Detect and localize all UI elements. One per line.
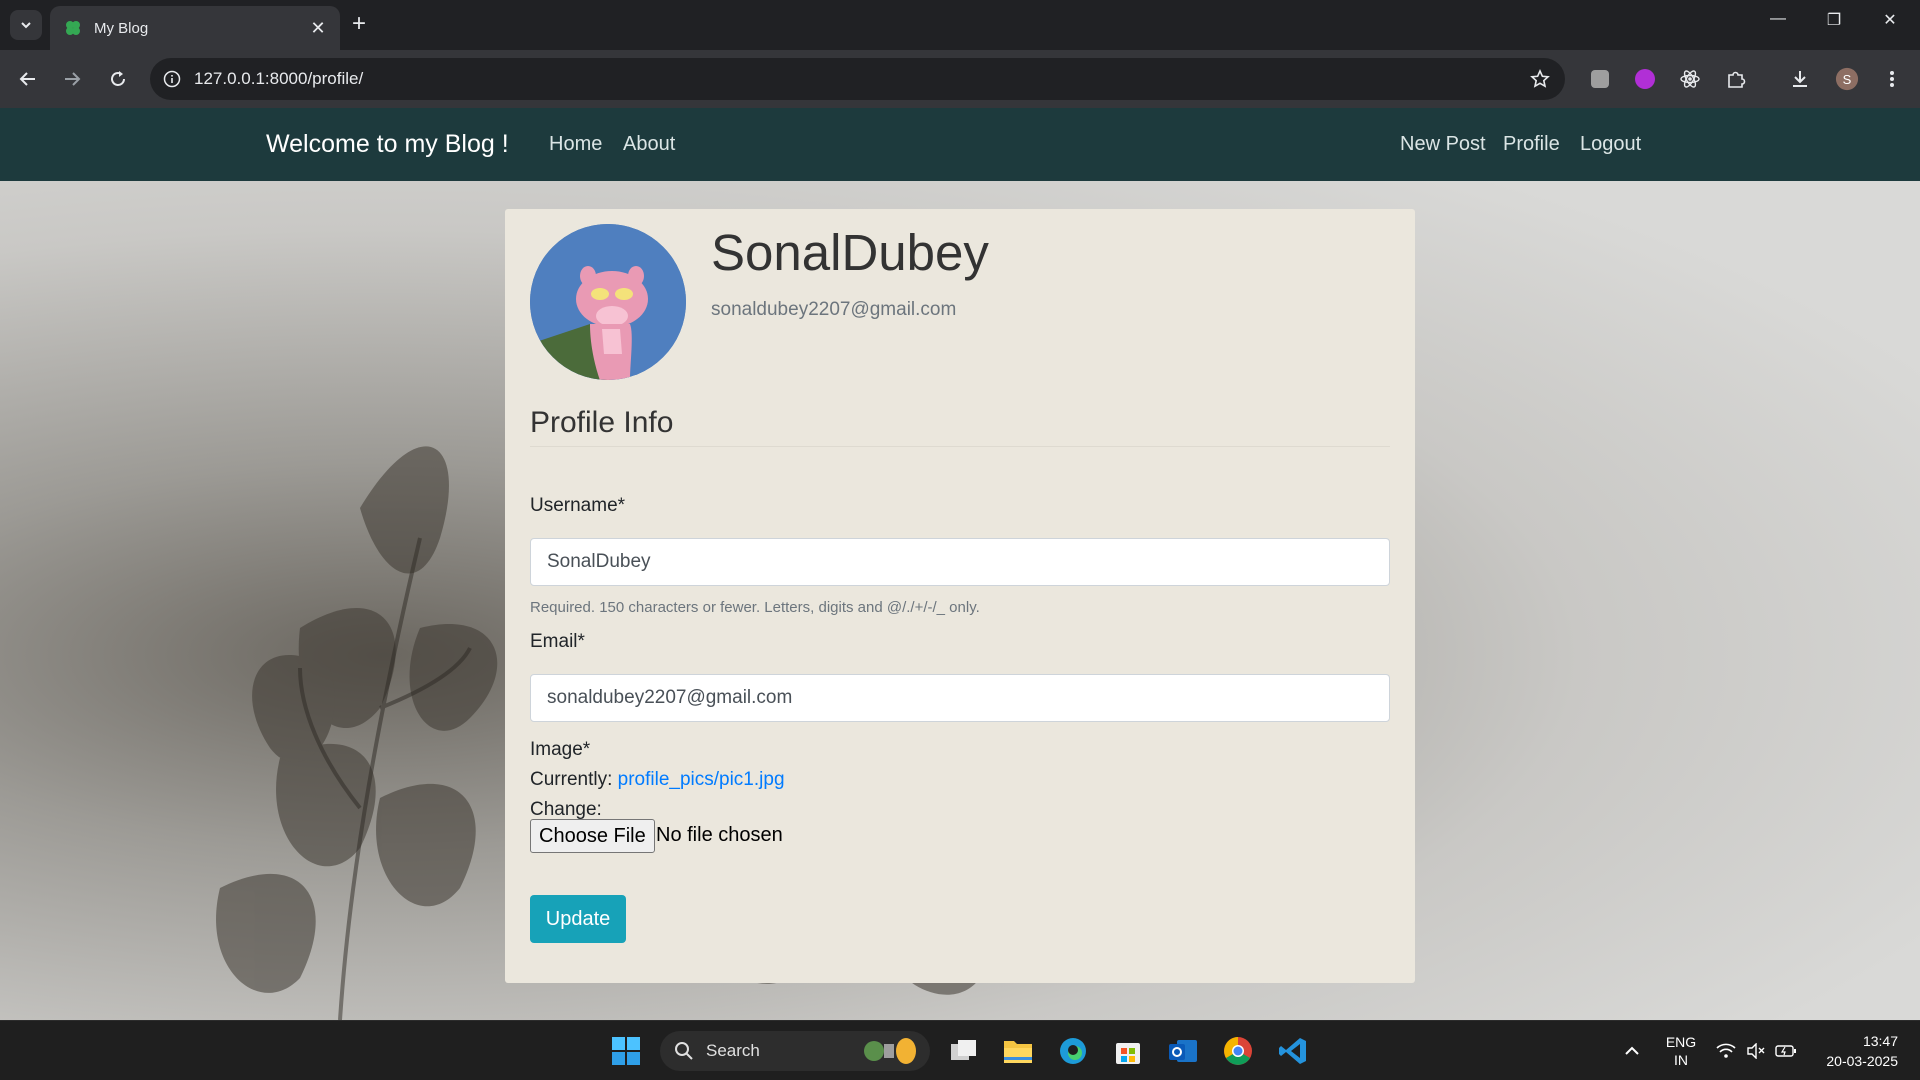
avatar xyxy=(530,224,686,380)
profile-username-heading: SonalDubey xyxy=(711,224,989,281)
web-page: Welcome to my Blog ! Home About New Post… xyxy=(0,108,1920,1020)
image-label: Image* xyxy=(530,739,591,760)
site-info-icon[interactable] xyxy=(150,70,194,88)
edge-browser-icon[interactable] xyxy=(1055,1033,1091,1069)
site-navbar: Welcome to my Blog ! Home About New Post… xyxy=(0,108,1920,181)
profile-avatar-button[interactable]: S xyxy=(1835,67,1859,91)
forward-icon[interactable] xyxy=(58,65,86,93)
file-explorer-icon[interactable] xyxy=(1000,1033,1036,1069)
current-file-link[interactable]: profile_pics/pic1.jpg xyxy=(618,769,785,790)
bookmark-star-icon[interactable] xyxy=(1515,69,1565,89)
download-icon[interactable] xyxy=(1788,67,1812,91)
menu-dots-icon[interactable] xyxy=(1880,67,1904,91)
extension-2-icon[interactable] xyxy=(1633,67,1657,91)
windows-taskbar: Search ENG IN 13:47 20-03-2025 xyxy=(0,1020,1920,1080)
clock-time: 13:47 xyxy=(1862,1033,1898,1049)
profile-card: SonalDubey sonaldubey2207@gmail.com Prof… xyxy=(505,209,1415,983)
chevron-up-icon[interactable] xyxy=(1614,1033,1650,1069)
back-icon[interactable] xyxy=(14,65,42,93)
tab-title: My Blog xyxy=(94,19,149,37)
browser-tab[interactable]: My Blog ✕ xyxy=(50,6,340,50)
username-input[interactable]: SonalDubey xyxy=(530,538,1390,586)
extension-1-icon[interactable] xyxy=(1588,67,1612,91)
username-help-text: Required. 150 characters or fewer. Lette… xyxy=(530,599,980,616)
browser-toolbar: 127.0.0.1:8000/profile/ S xyxy=(0,50,1920,108)
email-input-value: sonaldubey2207@gmail.com xyxy=(547,687,793,708)
reload-icon[interactable] xyxy=(104,65,132,93)
restore-icon[interactable]: ❐ xyxy=(1814,10,1854,30)
username-label: Username* xyxy=(530,495,626,516)
new-tab-icon[interactable]: + xyxy=(352,12,366,36)
no-file-text: No file chosen xyxy=(656,824,783,846)
browser-tabbar: My Blog ✕ + — ❐ ✕ xyxy=(0,0,1920,50)
search-highlight-icon xyxy=(864,1038,916,1064)
currently-row: Currently: profile_pics/pic1.jpg xyxy=(530,769,785,791)
clover-icon xyxy=(62,17,84,39)
close-tab-icon[interactable]: ✕ xyxy=(308,18,328,39)
chevron-down-icon xyxy=(21,22,31,29)
nav-link-home[interactable]: Home xyxy=(549,133,602,156)
url-text: 127.0.0.1:8000/profile/ xyxy=(194,69,364,88)
minimize-icon[interactable]: — xyxy=(1758,10,1798,28)
battery-icon[interactable] xyxy=(1768,1033,1804,1069)
email-label: Email* xyxy=(530,631,585,652)
currently-label: Currently: xyxy=(530,769,613,790)
chrome-icon[interactable] xyxy=(1220,1033,1256,1069)
profile-initial: S xyxy=(1842,71,1852,87)
search-icon xyxy=(675,1042,693,1060)
language-indicator[interactable]: ENG IN xyxy=(1662,1033,1700,1069)
extensions-puzzle-icon[interactable] xyxy=(1724,67,1748,91)
react-devtools-icon[interactable] xyxy=(1678,67,1702,91)
tab-search-button[interactable] xyxy=(10,10,42,40)
ms-store-icon[interactable] xyxy=(1110,1033,1146,1069)
task-view-icon[interactable] xyxy=(946,1033,982,1069)
close-window-icon[interactable]: ✕ xyxy=(1870,10,1910,30)
nav-link-logout[interactable]: Logout xyxy=(1580,133,1641,156)
taskbar-search-box[interactable]: Search xyxy=(660,1031,930,1071)
profile-email-text: sonaldubey2207@gmail.com xyxy=(711,299,957,320)
nav-link-about[interactable]: About xyxy=(623,133,675,156)
taskbar-search-label: Search xyxy=(706,1041,760,1060)
windows-start-icon[interactable] xyxy=(608,1033,644,1069)
address-bar[interactable]: 127.0.0.1:8000/profile/ xyxy=(150,58,1565,100)
clock-date: 20-03-2025 xyxy=(1826,1053,1898,1069)
nav-link-new-post[interactable]: New Post xyxy=(1400,133,1486,156)
site-brand[interactable]: Welcome to my Blog ! xyxy=(266,130,509,159)
form-legend: Profile Info xyxy=(530,406,674,439)
username-input-value: SonalDubey xyxy=(547,551,651,572)
choose-file-button[interactable]: Choose File xyxy=(530,819,655,853)
outlook-icon[interactable] xyxy=(1165,1033,1201,1069)
email-input[interactable]: sonaldubey2207@gmail.com xyxy=(530,674,1390,722)
vscode-icon[interactable] xyxy=(1275,1033,1311,1069)
lang-top: ENG xyxy=(1665,1034,1697,1050)
nav-link-profile[interactable]: Profile xyxy=(1503,133,1560,156)
taskbar-clock[interactable]: 13:47 20-03-2025 xyxy=(1826,1031,1898,1071)
legend-divider xyxy=(530,446,1390,447)
lang-bottom: IN xyxy=(1674,1052,1688,1068)
update-button[interactable]: Update xyxy=(530,895,626,943)
change-label: Change: xyxy=(530,799,602,820)
